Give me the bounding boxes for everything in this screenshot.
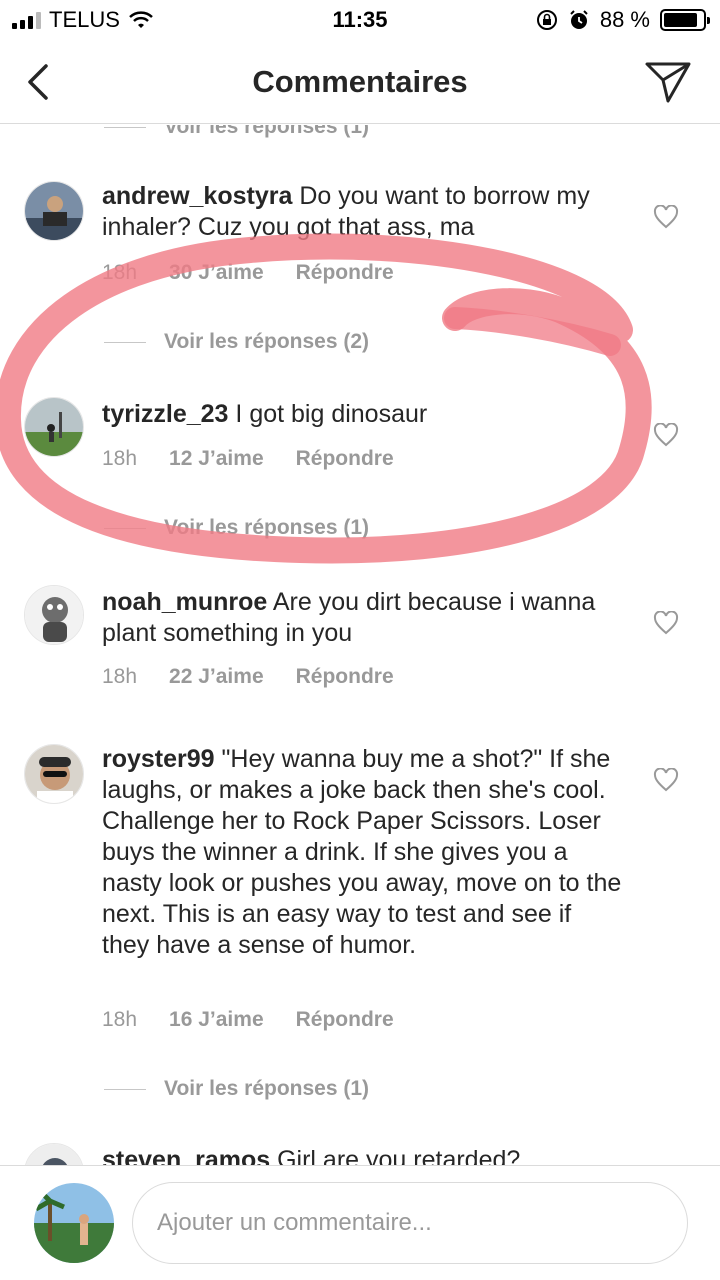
likes-count[interactable]: 16 J’aime: [169, 1008, 264, 1032]
reply-button[interactable]: Répondre: [296, 1008, 394, 1032]
view-replies-button[interactable]: Voir les réponses (1): [104, 1077, 369, 1101]
view-replies-label: Voir les réponses (2): [164, 330, 370, 353]
comment-meta: 18h 22 J’aime Répondre: [102, 665, 426, 689]
nav-header: Commentaires: [0, 40, 720, 124]
comment-body: I got big dinosaur: [235, 400, 428, 428]
comment-text: royster99 "Hey wanna buy me a shot?" If …: [102, 744, 622, 961]
comment-time: 18h: [102, 1008, 138, 1031]
avatar[interactable]: [24, 181, 84, 241]
comment-username[interactable]: steven_ramos: [102, 1146, 270, 1165]
battery-icon: [660, 9, 710, 31]
heart-icon[interactable]: [653, 768, 679, 792]
avatar[interactable]: [24, 397, 84, 457]
avatar[interactable]: [24, 585, 84, 645]
likes-count[interactable]: 22 J’aime: [169, 665, 264, 689]
comment-text: tyrizzle_23 I got big dinosaur: [102, 399, 622, 430]
heart-icon[interactable]: [653, 423, 679, 447]
comment-composer: [0, 1165, 720, 1280]
comment-body: Girl are you retarded?: [277, 1146, 521, 1165]
current-user-avatar: [34, 1183, 114, 1263]
alarm-icon: [570, 10, 588, 29]
view-replies-button[interactable]: Voir les réponses (1): [104, 516, 369, 540]
comments-feed[interactable]: Voir les réponses (1) andrew_kostyra Do …: [0, 125, 720, 1165]
comment-text: andrew_kostyra Do you want to borrow my …: [102, 181, 622, 243]
comment-time: 18h: [102, 261, 138, 284]
comment-meta: 18h 30 J’aime Répondre: [102, 261, 426, 285]
replies-divider: [104, 126, 146, 128]
comment-username[interactable]: royster99: [102, 745, 215, 773]
add-comment-input[interactable]: [132, 1182, 688, 1264]
heart-icon[interactable]: [653, 205, 679, 229]
likes-count[interactable]: 30 J’aime: [169, 261, 264, 285]
status-bar: TELUS 11:35 88 %: [0, 0, 720, 40]
comment-body: "Hey wanna buy me a shot?" If she laughs…: [102, 745, 622, 959]
page-title: Commentaires: [252, 64, 468, 99]
battery-percent: 88 %: [599, 7, 650, 32]
replies-divider: [104, 527, 146, 529]
replies-divider: [104, 1088, 146, 1090]
likes-count[interactable]: 12 J’aime: [169, 447, 264, 471]
view-replies-label: Voir les réponses (1): [164, 1077, 370, 1100]
comment-meta: 18h 16 J’aime Répondre: [102, 1008, 426, 1032]
view-replies-label: Voir les réponses (1): [164, 516, 370, 539]
comment-text: noah_munroe Are you dirt because i wanna…: [102, 587, 622, 649]
comment-meta: 18h 12 J’aime Répondre: [102, 447, 426, 471]
comment-text: steven_ramos Girl are you retarded?: [102, 1145, 622, 1165]
comment-username[interactable]: tyrizzle_23: [102, 400, 228, 428]
view-replies-button[interactable]: Voir les réponses (1): [104, 125, 369, 139]
battery-fill: [664, 13, 698, 27]
comment-username[interactable]: noah_munroe: [102, 588, 267, 616]
comment-time: 18h: [102, 447, 138, 470]
reply-button[interactable]: Répondre: [296, 447, 394, 471]
comment-username[interactable]: andrew_kostyra: [102, 182, 292, 210]
reply-button[interactable]: Répondre: [296, 261, 394, 285]
send-icon[interactable]: [644, 60, 692, 104]
orientation-lock-icon: [536, 10, 557, 30]
avatar[interactable]: [24, 1143, 84, 1165]
replies-divider: [104, 341, 146, 343]
status-right: 88 %: [536, 7, 710, 33]
comment-time: 18h: [102, 665, 138, 688]
heart-icon[interactable]: [653, 611, 679, 635]
view-replies-button[interactable]: Voir les réponses (2): [104, 330, 369, 354]
reply-button[interactable]: Répondre: [296, 665, 394, 689]
view-replies-label: Voir les réponses (1): [164, 125, 370, 138]
avatar[interactable]: [24, 744, 84, 804]
